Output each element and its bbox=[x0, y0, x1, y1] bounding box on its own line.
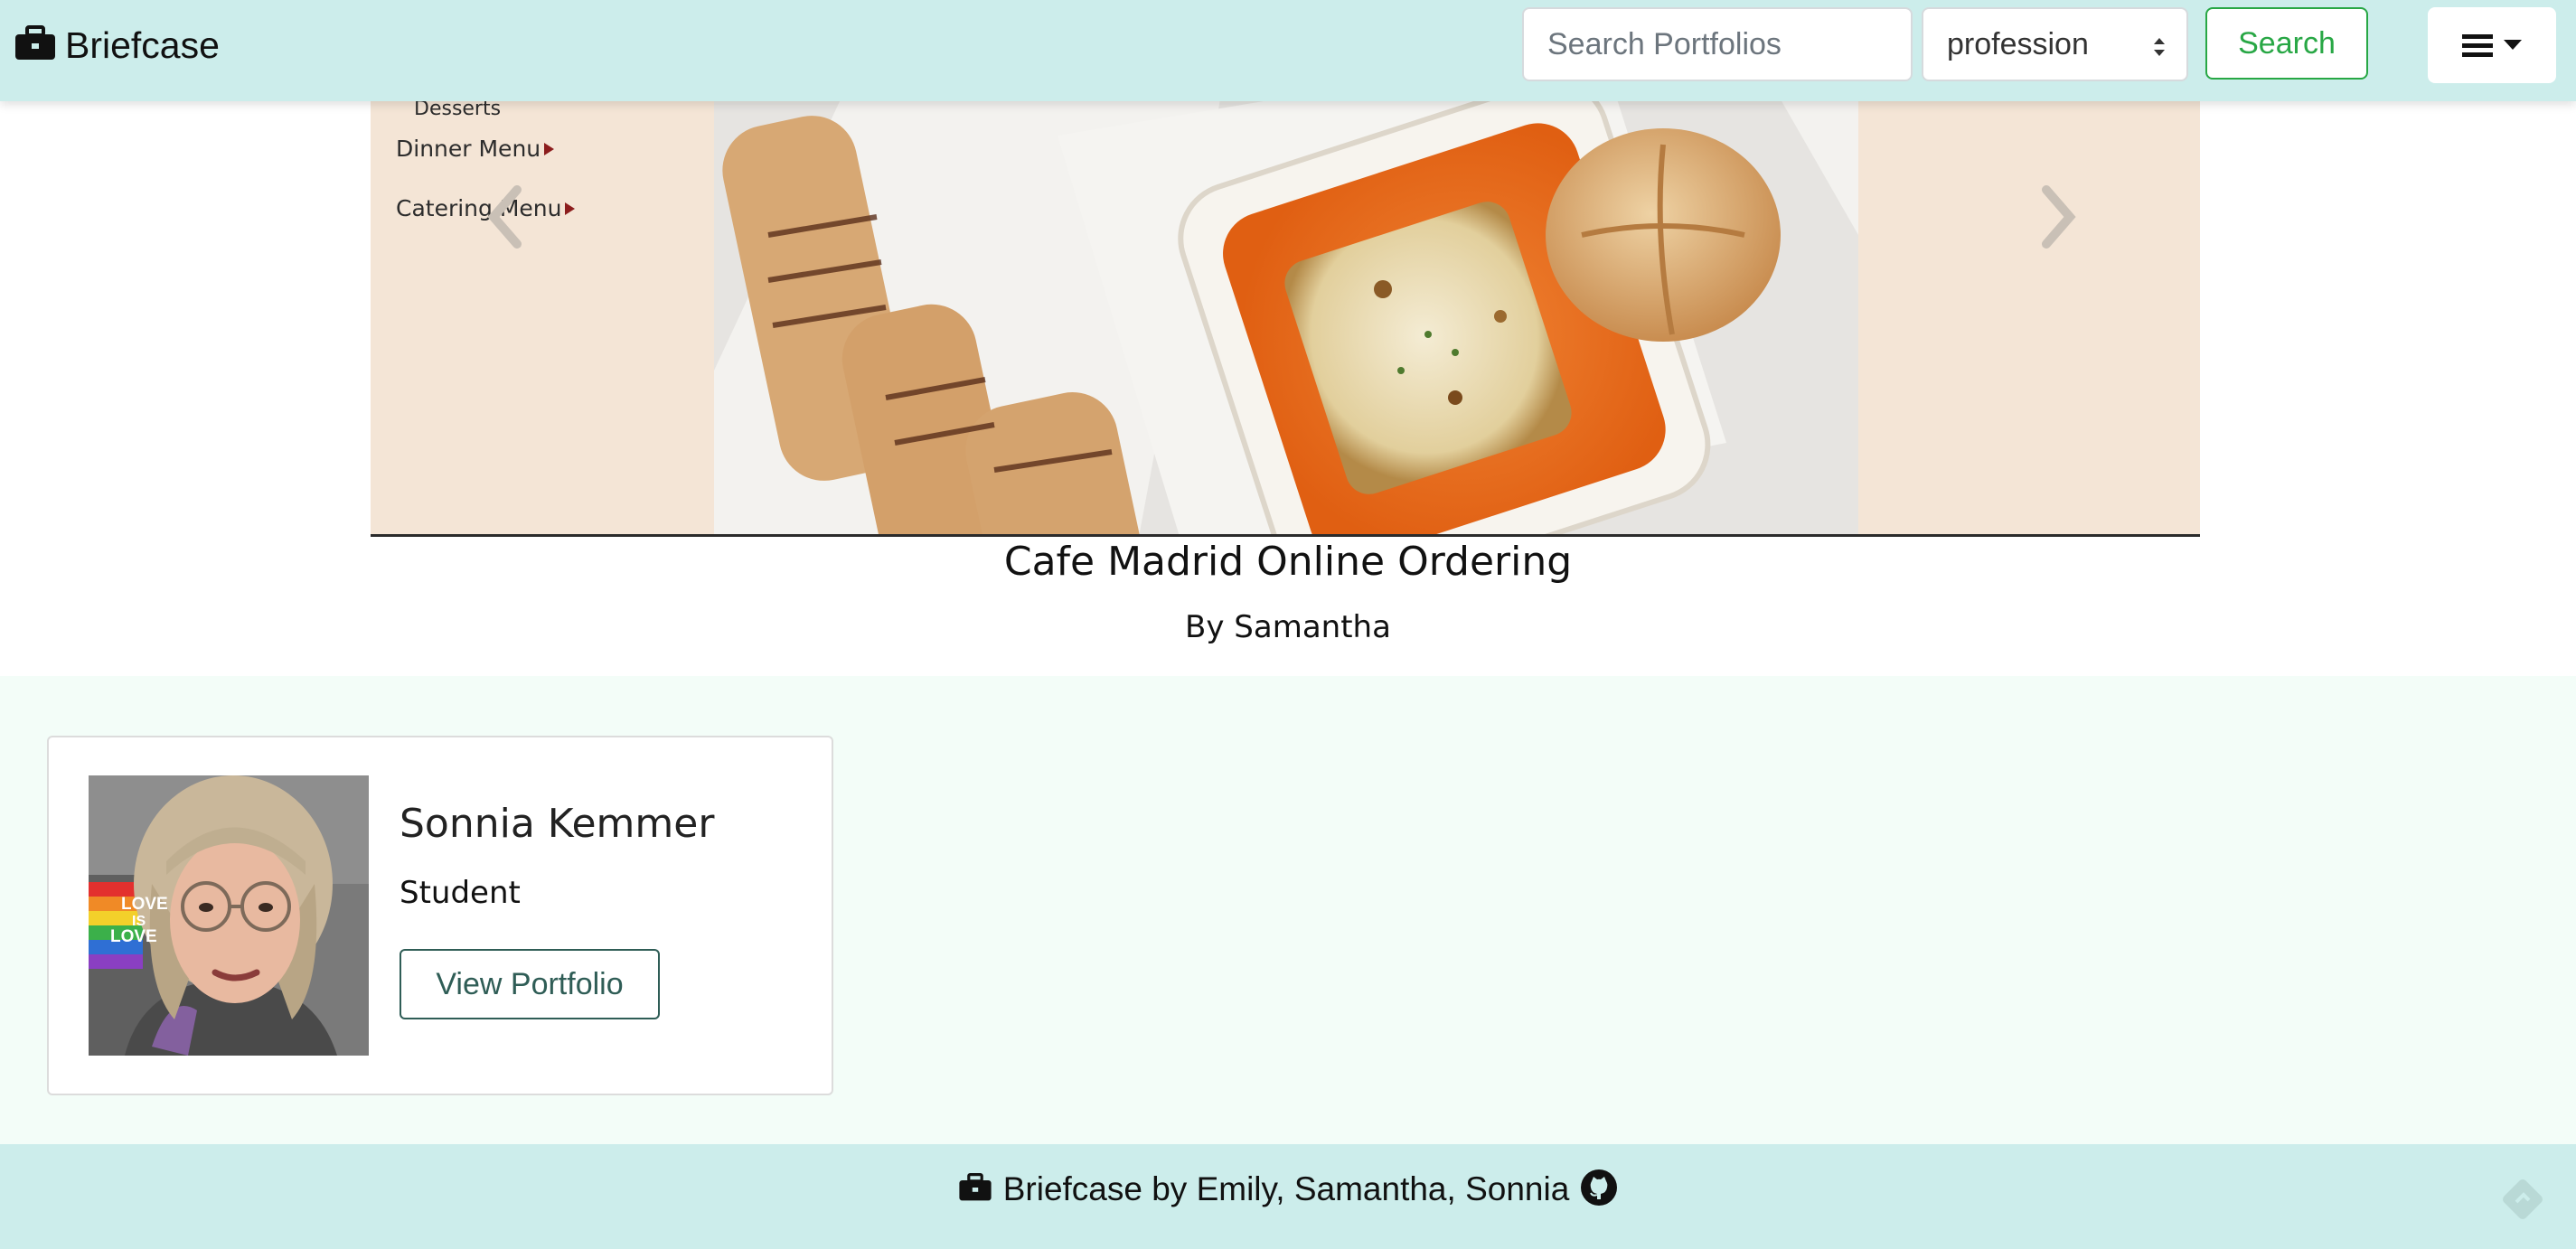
menu-item-label: Desserts bbox=[414, 99, 502, 120]
next-slide-panel bbox=[1882, 99, 2200, 537]
profile-card: LOVE IS LOVE Sonnia Kemmer Student View … bbox=[47, 736, 833, 1095]
portfolio-carousel: Desserts Dinner Menu Catering Menu bbox=[371, 99, 2200, 537]
search-input[interactable] bbox=[1522, 7, 1913, 81]
chevron-right-icon[interactable] bbox=[2032, 179, 2086, 255]
caret-down-icon bbox=[2504, 40, 2522, 50]
triangle-right-icon bbox=[565, 202, 576, 215]
chevron-left-icon[interactable] bbox=[477, 179, 531, 255]
feedback-icon[interactable] bbox=[2496, 1173, 2549, 1226]
avatar-text-love-2: LOVE bbox=[110, 927, 157, 946]
carousel-caption-author: By Samantha bbox=[1185, 609, 1391, 645]
brand-title: Briefcase bbox=[65, 23, 220, 66]
brand-link[interactable]: Briefcase bbox=[14, 20, 220, 70]
github-icon[interactable] bbox=[1580, 1169, 1618, 1211]
menu-item-dinner: Dinner Menu bbox=[396, 136, 555, 162]
select-value: profession bbox=[1947, 26, 2089, 61]
hamburger-icon bbox=[2462, 34, 2493, 57]
briefcase-icon bbox=[14, 24, 56, 66]
footer-credits: Briefcase by Emily, Samantha, Sonnia bbox=[1002, 1170, 1570, 1207]
select-arrows-icon bbox=[2154, 38, 2165, 56]
navbar: Briefcase profession Search bbox=[0, 0, 2576, 101]
avatar: LOVE IS LOVE bbox=[89, 775, 369, 1056]
briefcase-icon bbox=[958, 1172, 992, 1207]
carousel-divider bbox=[371, 534, 2200, 537]
profiles-section: LOVE IS LOVE Sonnia Kemmer Student View … bbox=[0, 676, 2576, 1144]
footer: Briefcase by Emily, Samantha, Sonnia bbox=[0, 1144, 2576, 1249]
menu-item-label: Dinner Menu bbox=[396, 136, 541, 162]
menu-item-desserts: Desserts bbox=[414, 99, 501, 120]
carousel-caption-title: Cafe Madrid Online Ordering bbox=[1003, 539, 1573, 585]
profile-role: Student bbox=[400, 875, 521, 911]
search-button[interactable]: Search bbox=[2205, 7, 2368, 80]
triangle-right-icon bbox=[544, 142, 555, 155]
profile-name: Sonnia Kemmer bbox=[400, 801, 715, 847]
avatar-text-love-1: LOVE bbox=[121, 895, 168, 914]
footer-content: Briefcase by Emily, Samantha, Sonnia bbox=[958, 1169, 1619, 1211]
food-photo bbox=[714, 99, 1858, 537]
menu-dropdown-button[interactable] bbox=[2428, 7, 2556, 83]
profession-select[interactable]: profession bbox=[1922, 7, 2188, 81]
view-portfolio-button[interactable]: View Portfolio bbox=[400, 949, 660, 1019]
menu-side-panel: Desserts Dinner Menu Catering Menu bbox=[371, 99, 689, 537]
